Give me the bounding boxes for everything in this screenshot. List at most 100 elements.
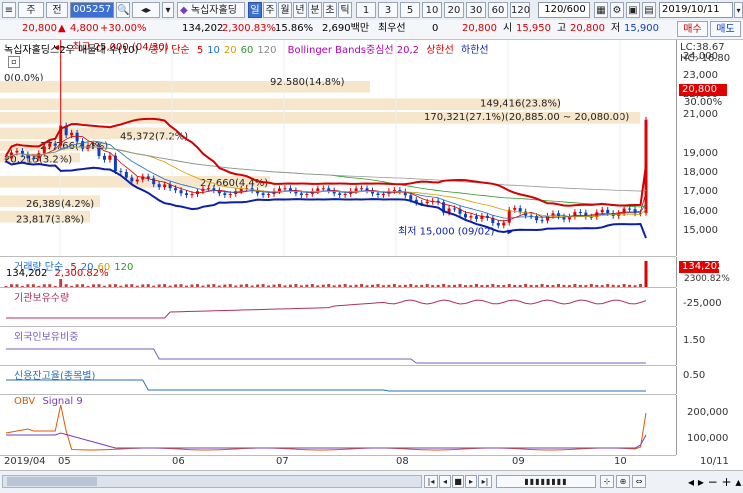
credit-chart[interactable] [0, 366, 676, 394]
volume-bar [447, 285, 451, 287]
crosshair-icon[interactable]: ⊕ [616, 475, 630, 488]
price-tick: 19,000 [683, 147, 718, 159]
menu-icon[interactable]: ≡ [2, 2, 16, 18]
institution-chart[interactable] [0, 288, 676, 326]
period-tab-1[interactable]: 주 [263, 2, 277, 18]
prev-icon[interactable]: ◂ [439, 475, 451, 488]
volume-panel[interactable]: 거래량 단순 5 20 60 120 134,202 2,300.82% [0, 257, 676, 288]
volume-bar [245, 284, 249, 287]
volume-bar [370, 284, 374, 287]
interval-60[interactable]: 60 [488, 2, 508, 18]
foreign-panel[interactable]: 외국인보유비중 [0, 327, 676, 366]
period-tab-6[interactable]: 틱 [338, 2, 352, 18]
grid-icon[interactable]: ▦ [594, 2, 608, 18]
volume-bar [392, 284, 396, 287]
search-icon[interactable]: 🔍 [116, 2, 130, 18]
obv-chart[interactable] [0, 395, 676, 455]
bb-upper-label: 상한선 [426, 45, 454, 56]
obv-title: OBV Signal 9 [14, 396, 83, 407]
up-arrow-icon: ▲ [58, 23, 66, 34]
first-icon[interactable]: |◂ [424, 475, 438, 488]
candle-body [305, 193, 309, 195]
toolbar-top: ≡ 주 전 005257 🔍 ◂▸ ▾ ◆ 녹십자홀딩 일주월년분초틱 1351… [0, 0, 743, 21]
candle-body [392, 190, 396, 192]
count-input[interactable]: 120/600 [538, 2, 590, 18]
fit-icon[interactable]: ⇔ [632, 475, 646, 488]
interval-3[interactable]: 3 [378, 2, 398, 18]
interval-10[interactable]: 10 [422, 2, 442, 18]
period-tab-3[interactable]: 년 [293, 2, 307, 18]
calendar-dropdown-icon[interactable]: ▾ [734, 2, 743, 18]
obv-axis: 200,000 100,000 [676, 395, 743, 455]
institution-tick: -25,000 [683, 298, 722, 309]
market-select[interactable]: 주 [18, 2, 44, 18]
volume-bar [578, 284, 582, 287]
buy-button[interactable]: 매수 [677, 21, 708, 37]
scrollbar-track[interactable] [2, 475, 422, 488]
volume-bar [97, 284, 101, 287]
zoom-icons[interactable]: ◂ ▸ − + ▴ [688, 474, 741, 490]
volume-bar [469, 284, 473, 287]
period-tab-2[interactable]: 월 [278, 2, 292, 18]
candle-body [185, 193, 189, 195]
price-chart[interactable]: 0(0.0%) 92,580(14.8%)149,416(23.8%)170,32… [0, 40, 676, 256]
interval-120[interactable]: 120 [510, 2, 530, 18]
low-annotation: 최저 15,000 (09/02) —▸ [398, 225, 513, 237]
price-chart-panel[interactable]: 0(0.0%) 92,580(14.8%) 149,416(23.8%) 170,32… [0, 40, 676, 257]
foreign-tick: 1.50 [683, 335, 706, 346]
volume-bar [595, 284, 599, 287]
stock-name-tab[interactable]: ◆ 녹십자홀딩 [177, 2, 245, 18]
volume-bar [206, 284, 210, 287]
candle-body [502, 222, 506, 226]
volume-bar [556, 284, 560, 287]
credit-panel[interactable]: 신용잔고율(종목별) [0, 366, 676, 395]
volume-bar [425, 284, 429, 287]
volume-profile-bar [0, 98, 560, 111]
collapse-icon[interactable]: ▫ [8, 56, 20, 68]
obv-panel[interactable]: OBV Signal 9 [0, 395, 676, 456]
interval-1[interactable]: 1 [356, 2, 376, 18]
next-icon[interactable]: ▸ [465, 475, 477, 488]
current-price-tag: 20,800 [679, 84, 727, 96]
interval-5[interactable]: 5 [400, 2, 420, 18]
save-icon[interactable]: ▣ [626, 2, 640, 18]
volume-bar [250, 285, 254, 287]
candle-body [338, 193, 342, 195]
cursor-icon[interactable]: ⊹ [600, 475, 614, 488]
volume-readout-pct: 2,300.82% [54, 268, 109, 279]
candle-body [48, 143, 52, 147]
bottom-bar: |◂ ◂ ■ ▸ ▸| ▮▮▮▮▮▮▮▮ ⊹ ⊕ ⇔ ◂ ▸ − + ▴ [0, 471, 743, 493]
calendar-icon[interactable]: ▤ [642, 2, 656, 18]
candle-body [354, 188, 358, 191]
prev-next-button[interactable]: ◂▸ [132, 2, 160, 18]
period-tab-4[interactable]: 분 [308, 2, 322, 18]
interval-20[interactable]: 20 [444, 2, 464, 18]
last-icon[interactable]: ▸| [478, 475, 492, 488]
candle-body [463, 213, 467, 218]
foreign-chart[interactable] [0, 327, 676, 365]
stop-icon[interactable]: ■ [452, 475, 464, 488]
period-tab-5[interactable]: 초 [323, 2, 337, 18]
sell-button[interactable]: 매도 [710, 21, 741, 37]
volume-bar [223, 284, 227, 287]
volume-bar [332, 285, 336, 287]
interval-30[interactable]: 30 [466, 2, 486, 18]
volume-bar [267, 285, 271, 287]
volume-bar [316, 285, 320, 287]
candle-body [513, 208, 517, 210]
settings-icon[interactable]: ⚙ [610, 2, 624, 18]
candle-body [4, 158, 8, 160]
candle-body [92, 145, 96, 147]
mode-select[interactable]: 전 [46, 2, 68, 18]
scrollbar-thumb[interactable] [7, 477, 97, 486]
dropdown-icon[interactable]: ▾ [162, 2, 174, 18]
code-input[interactable]: 005257 [70, 2, 114, 18]
candle-body [283, 188, 287, 190]
price-repeat: 20,800 [462, 23, 497, 34]
date-input[interactable]: 2019/10/11 [659, 2, 733, 18]
vol-period-120: 120 [114, 262, 134, 273]
institution-panel[interactable]: 기관보유수량 [0, 288, 676, 327]
period-tab-0[interactable]: 일 [248, 2, 262, 18]
volume-bar [174, 284, 178, 287]
chart-tools[interactable]: ▮▮▮▮▮▮▮▮ [496, 475, 596, 488]
